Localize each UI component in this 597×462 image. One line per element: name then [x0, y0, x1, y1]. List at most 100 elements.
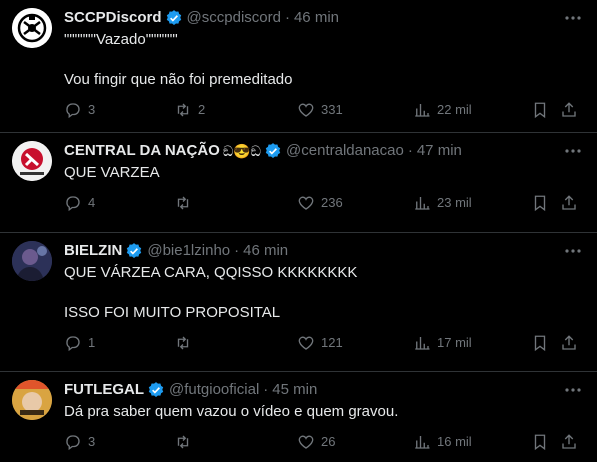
avatar[interactable] — [12, 141, 52, 181]
timestamp[interactable]: 46 min — [243, 241, 288, 261]
avatar[interactable] — [12, 241, 52, 281]
corinthians-logo-icon — [12, 8, 52, 48]
view-count: 23 mil — [437, 195, 472, 210]
separator-dot: · — [284, 9, 290, 26]
retweet-icon — [177, 336, 189, 350]
reply-icon — [66, 435, 80, 451]
retweet-count: 2 — [198, 102, 206, 117]
avatar[interactable] — [12, 8, 52, 48]
verified-badge-icon — [265, 143, 281, 158]
heart-icon — [298, 103, 314, 117]
share-button[interactable] — [560, 334, 584, 352]
reply-count: 3 — [88, 102, 96, 117]
reply-count: 1 — [88, 335, 96, 350]
more-options-icon[interactable] — [563, 143, 583, 159]
like-count: 121 — [321, 335, 343, 350]
view-count: 22 mil — [437, 102, 472, 117]
heart-icon — [298, 196, 314, 210]
reply-icon — [66, 103, 80, 119]
retweet-button[interactable]: 2 — [174, 101, 205, 119]
view-count: 16 mil — [437, 434, 472, 449]
handle[interactable]: @sccpdiscord — [187, 8, 281, 28]
timestamp[interactable]: 45 min — [272, 380, 317, 400]
like-button[interactable]: 26 — [297, 433, 335, 451]
views-chart-icon — [415, 197, 430, 210]
heart-icon — [298, 435, 314, 449]
bookmark-button[interactable] — [531, 334, 555, 352]
tweet-text: QUE VARZEA — [64, 164, 160, 181]
user-photo-icon — [12, 241, 52, 281]
verified-badge-icon — [166, 10, 181, 25]
handle[interactable]: @bie1lzinho — [147, 241, 230, 261]
like-count: 236 — [321, 195, 343, 210]
more-options-icon[interactable] — [563, 243, 583, 259]
views-button[interactable]: 22 mil — [413, 101, 472, 119]
tweet-actions: 1 121 17 mil — [64, 333, 581, 353]
name-emoji: ඞ😎ඞ — [222, 143, 262, 159]
display-name[interactable]: CENTRAL DA NAÇÃO — [64, 141, 220, 161]
retweet-icon — [177, 435, 189, 449]
bookmark-button[interactable] — [531, 194, 555, 212]
tweet-actions: 4 236 23 mil — [64, 193, 581, 213]
avatar[interactable] — [12, 380, 52, 420]
like-count: 26 — [321, 434, 336, 449]
share-button[interactable] — [560, 194, 584, 212]
display-name[interactable]: FUTLEGAL — [64, 380, 144, 400]
retweet-button[interactable] — [174, 433, 198, 451]
reply-button[interactable]: 3 — [64, 101, 95, 119]
reply-button[interactable]: 4 — [64, 194, 95, 212]
tweet-actions: 3 2 331 22 mil — [64, 100, 581, 120]
more-options-icon[interactable] — [563, 382, 583, 398]
display-name[interactable]: SCCPDiscord — [64, 8, 162, 28]
central-da-nacao-logo-icon — [12, 141, 52, 181]
handle[interactable]: @futgiooficial — [169, 380, 259, 400]
views-chart-icon — [415, 337, 430, 350]
separator-dot: · — [407, 142, 413, 159]
share-icon — [562, 434, 576, 449]
view-count: 17 mil — [437, 335, 472, 350]
tweet[interactable]: BIELZIN @bie1lzinho · 46 min QUE VÁRZEA … — [0, 233, 597, 372]
views-chart-icon — [415, 104, 430, 117]
share-button[interactable] — [560, 433, 584, 451]
views-button[interactable]: 17 mil — [413, 334, 472, 352]
views-button[interactable]: 16 mil — [413, 433, 472, 451]
like-button[interactable]: 236 — [297, 194, 343, 212]
separator-dot: · — [263, 381, 269, 398]
reply-count: 4 — [88, 195, 96, 210]
like-button[interactable]: 331 — [297, 101, 343, 119]
share-icon — [562, 195, 576, 210]
bookmark-button[interactable] — [531, 433, 555, 451]
handle[interactable]: @centraldanacao — [286, 141, 404, 161]
like-button[interactable]: 121 — [297, 334, 343, 352]
reply-button[interactable]: 1 — [64, 334, 95, 352]
reply-icon — [66, 196, 80, 212]
tweet-text: """"""Vazado"""""" Vou fingir que não fo… — [64, 31, 293, 88]
share-button[interactable] — [560, 101, 584, 119]
heart-icon — [298, 336, 314, 350]
verified-badge-icon — [127, 243, 142, 258]
reply-icon — [66, 336, 80, 352]
share-icon — [562, 102, 576, 117]
more-options-icon[interactable] — [563, 10, 583, 26]
bookmark-icon — [534, 434, 546, 451]
bookmark-icon — [534, 195, 546, 212]
like-count: 331 — [321, 102, 343, 117]
tweet[interactable]: FUTLEGAL @futgiooficial · 45 min Dá pra … — [0, 372, 597, 462]
display-name[interactable]: BIELZIN — [64, 241, 122, 261]
bookmark-button[interactable] — [531, 101, 555, 119]
reply-button[interactable]: 3 — [64, 433, 95, 451]
bookmark-icon — [534, 335, 546, 352]
futlegal-photo-icon — [12, 380, 52, 420]
timestamp[interactable]: 47 min — [417, 141, 462, 161]
views-button[interactable]: 23 mil — [413, 194, 472, 212]
separator-dot: · — [234, 242, 240, 259]
bookmark-icon — [534, 102, 546, 119]
tweet[interactable]: SCCPDiscord @sccpdiscord · 46 min """"""… — [0, 0, 597, 133]
retweet-button[interactable] — [174, 194, 198, 212]
tweet-actions: 3 26 16 mil — [64, 432, 581, 452]
timestamp[interactable]: 46 min — [294, 8, 339, 28]
tweet[interactable]: CENTRAL DA NAÇÃO ඞ😎ඞ @centraldanacao · 4… — [0, 133, 597, 233]
retweet-button[interactable] — [174, 334, 198, 352]
verified-badge-icon — [148, 382, 164, 397]
retweet-icon — [177, 196, 189, 210]
